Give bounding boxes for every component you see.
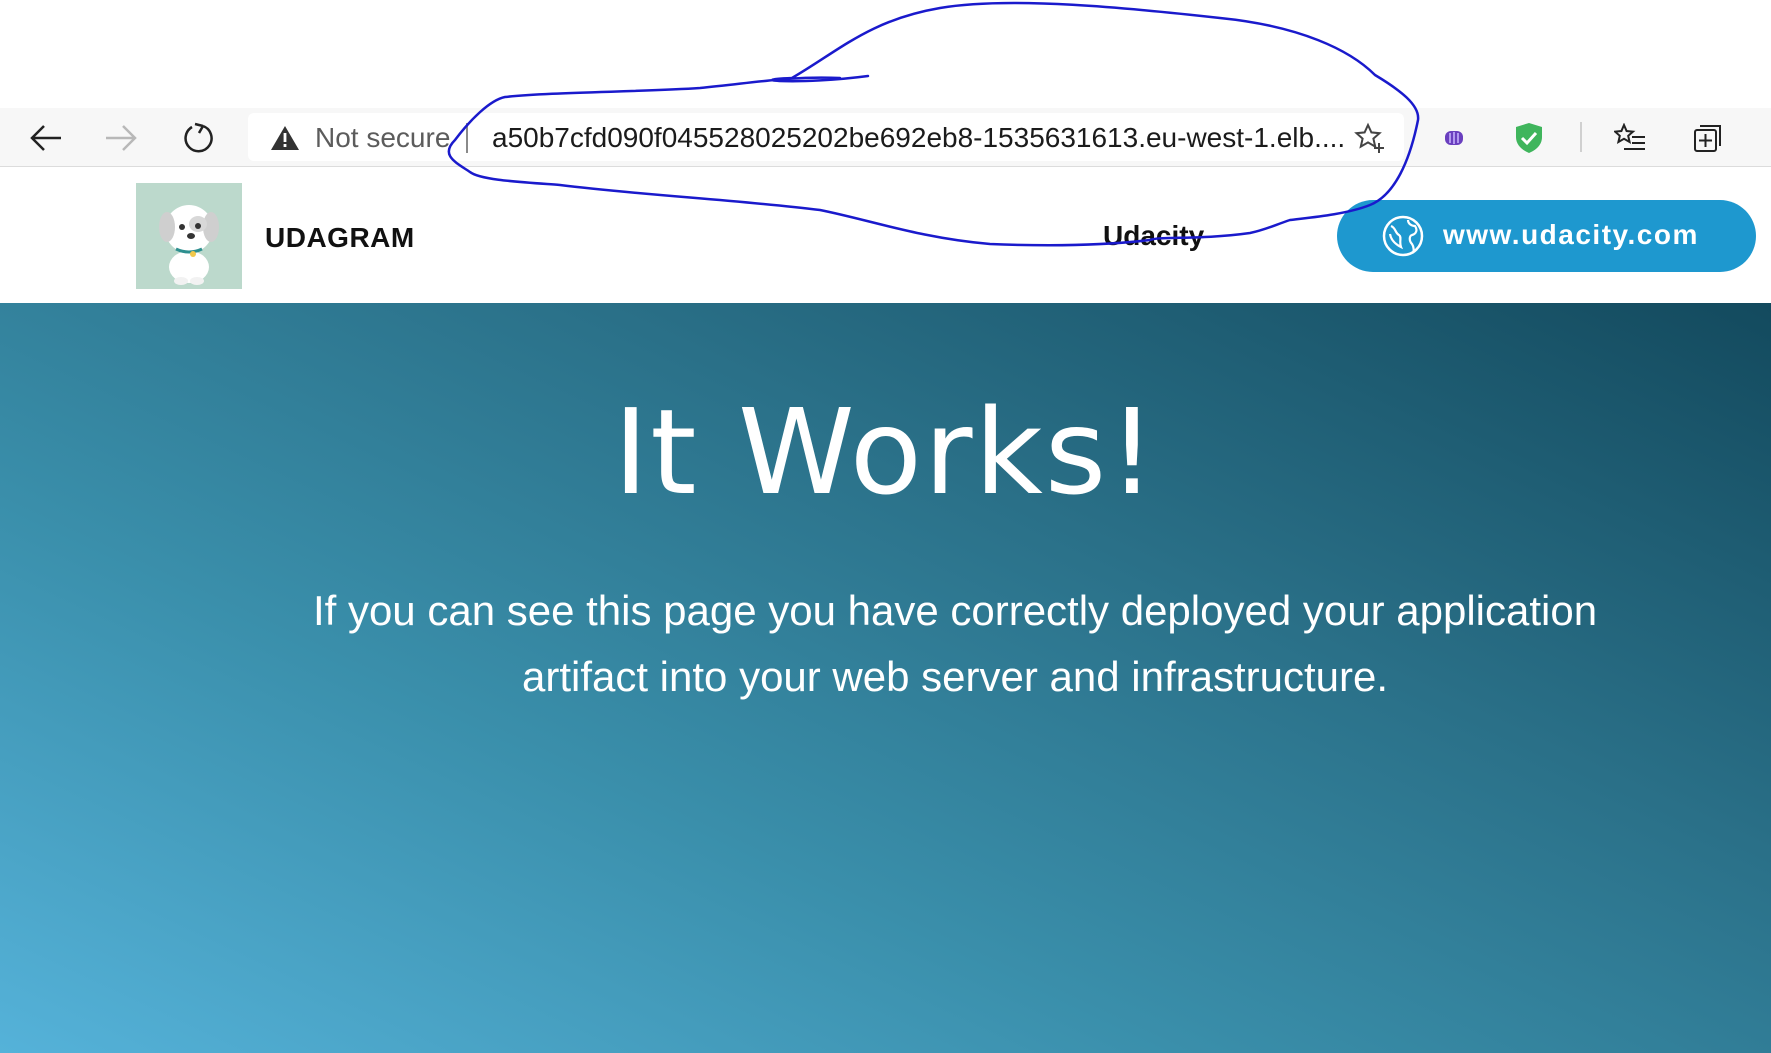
brand-name[interactable]: UDAGRAM xyxy=(265,222,415,254)
favorites-button[interactable] xyxy=(1608,116,1652,160)
udacity-website-label: www.udacity.com xyxy=(1443,219,1699,250)
shield-check-icon xyxy=(1516,123,1542,153)
reload-button[interactable] xyxy=(176,116,220,160)
hero-section: It Works! If you can see this page you h… xyxy=(0,303,1771,1053)
shield-extension-button[interactable] xyxy=(1507,116,1551,160)
nav-link-udacity[interactable]: Udacity xyxy=(1103,220,1204,252)
star-add-icon[interactable] xyxy=(1354,122,1386,154)
collections-icon xyxy=(1694,125,1721,152)
arrow-right-icon xyxy=(106,125,137,151)
back-button[interactable] xyxy=(24,116,68,160)
url-text[interactable]: a50b7cfd090f045528025202be692eb8-1535631… xyxy=(492,122,1352,154)
security-indicator-label[interactable]: Not secure xyxy=(315,122,450,154)
browser-toolbar: Not secure a50b7cfd090f045528025202be692… xyxy=(0,108,1771,167)
favorites-list-icon xyxy=(1614,123,1645,150)
toolbar-divider xyxy=(1580,122,1582,152)
dog-logo-icon xyxy=(159,205,219,285)
extension-button[interactable] xyxy=(1432,116,1476,160)
screenshot-top-margin xyxy=(0,0,1771,108)
warning-icon xyxy=(271,126,299,150)
dog-logo[interactable] xyxy=(136,183,242,289)
app-navbar: UDAGRAM Udacity www.udacity.com xyxy=(0,167,1771,303)
udacity-website-button[interactable]: www.udacity.com xyxy=(1337,200,1756,272)
extension-purple-icon xyxy=(1445,131,1463,145)
address-bar[interactable]: Not secure a50b7cfd090f045528025202be692… xyxy=(248,113,1404,161)
hero-title: It Works! xyxy=(613,383,1158,521)
globe-icon xyxy=(1382,215,1424,257)
arrow-left-icon xyxy=(30,125,61,151)
forward-button[interactable] xyxy=(99,116,143,160)
address-divider xyxy=(466,123,468,153)
reload-icon xyxy=(184,122,213,153)
hero-message: If you can see this page you have correc… xyxy=(312,587,1598,700)
collections-button[interactable] xyxy=(1686,116,1730,160)
